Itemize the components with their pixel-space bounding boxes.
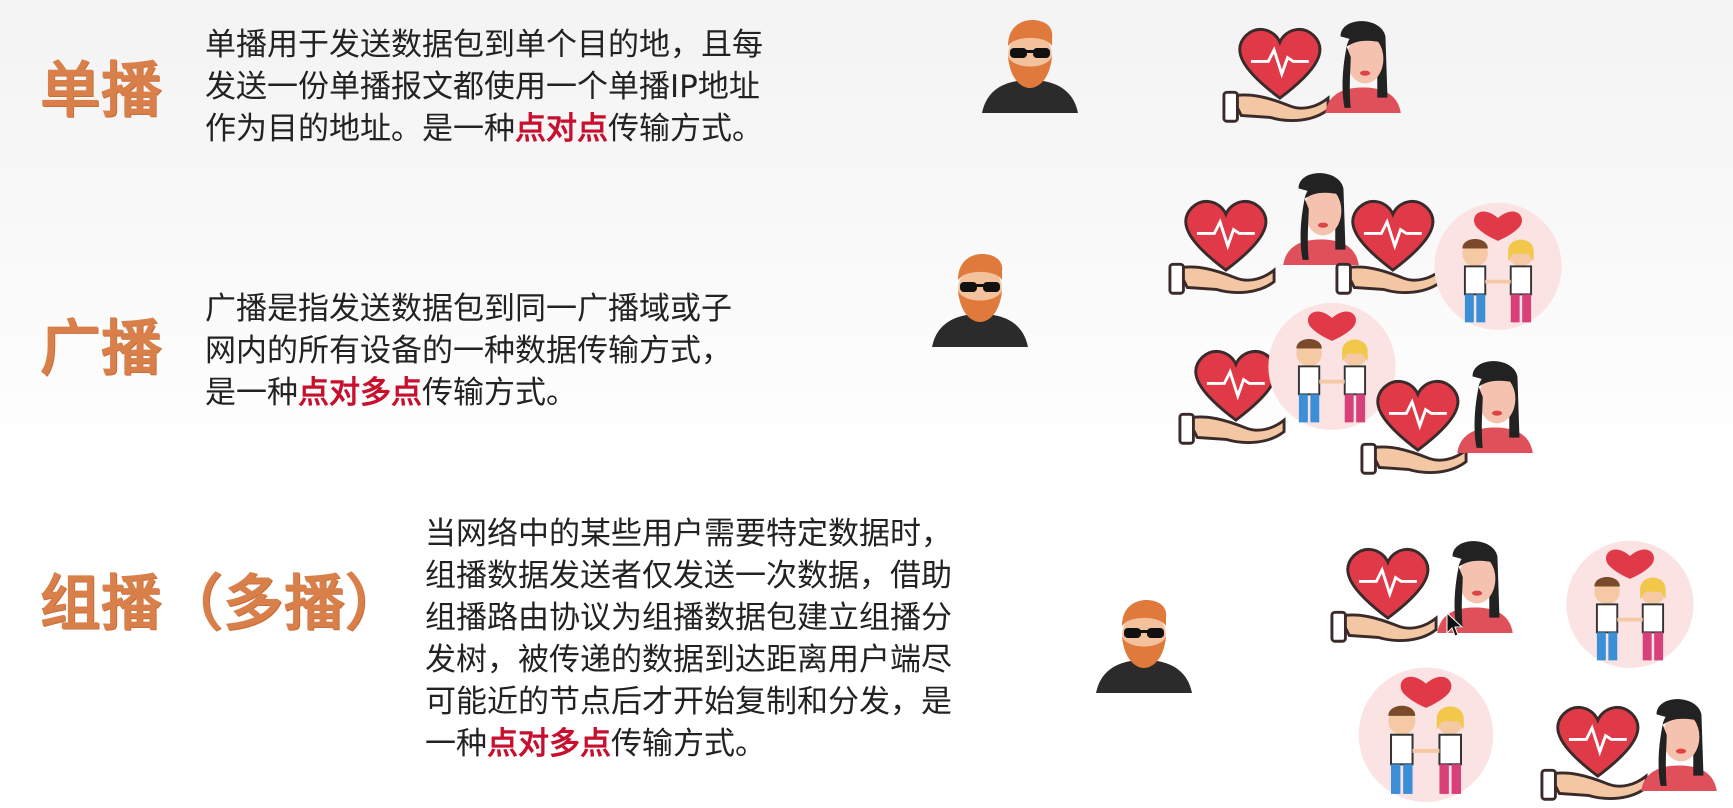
broadcast-sender-icon (932, 254, 1028, 347)
multicast-description: 当网络中的某些用户需要特定数据时， 组播数据发送者仅发送一次数据，借助 组播路由… (425, 513, 1065, 765)
broadcast-description: 广播是指发送数据包到同一广播域或子 网内的所有设备的一种数据传输方式， 是一种点… (205, 288, 905, 414)
multicast-title: 组播（多播） (40, 569, 406, 639)
unicast-line-2: 发送一份单播报文都使用一个单播IP地址 (205, 69, 760, 105)
multicast-couple-icon-1 (1564, 538, 1696, 668)
broadcast-tail: 传输方式。 (422, 375, 577, 411)
broadcast-woman-icon-2 (1457, 361, 1533, 453)
mouse-cursor-icon (1446, 612, 1464, 637)
multicast-woman-icon-2 (1641, 699, 1717, 791)
multicast-line-6-text: 一种 (425, 726, 487, 762)
broadcast-couple-icon-1 (1432, 200, 1564, 330)
multicast-line-6: 一种点对多点传输方式。 (425, 723, 1065, 765)
unicast-heart-hand-icon (1222, 27, 1330, 123)
broadcast-heart-hand-icon-2 (1335, 199, 1443, 295)
unicast-sender-icon (982, 20, 1078, 113)
broadcast-line-1: 广播是指发送数据包到同一广播域或子 (205, 291, 732, 327)
unicast-description: 单播用于发送数据包到单个目的地，且每 发送一份单播报文都使用一个单播IP地址 作… (205, 24, 905, 150)
unicast-highlight: 点对点 (515, 111, 608, 147)
multicast-line-5: 可能近的节点后才开始复制和分发，是 (425, 684, 952, 720)
broadcast-line-2: 网内的所有设备的一种数据传输方式， (205, 333, 732, 369)
unicast-line-3-text: 作为目的地址。是一种 (205, 111, 515, 147)
multicast-heart-hand-icon-1 (1330, 547, 1438, 643)
multicast-highlight: 点对多点 (487, 726, 611, 762)
unicast-tail: 传输方式。 (608, 111, 763, 147)
multicast-tail: 传输方式。 (611, 726, 766, 762)
multicast-heart-hand-icon-2 (1540, 705, 1648, 801)
multicast-line-4: 发树，被传递的数据到达距离用户端尽 (425, 642, 952, 678)
multicast-sender-icon (1096, 600, 1192, 693)
broadcast-line-3-text: 是一种 (205, 375, 298, 411)
unicast-woman-icon (1325, 21, 1401, 113)
multicast-couple-icon-2 (1356, 654, 1496, 802)
multicast-line-1: 当网络中的某些用户需要特定数据时， (425, 516, 952, 552)
unicast-line-3: 作为目的地址。是一种点对点传输方式。 (205, 108, 905, 150)
multicast-line-3: 组播路由协议为组播数据包建立组播分 (425, 600, 952, 636)
broadcast-heart-hand-icon-1 (1168, 199, 1276, 295)
broadcast-highlight: 点对多点 (298, 375, 422, 411)
multicast-line-2: 组播数据发送者仅发送一次数据，借助 (425, 558, 952, 594)
broadcast-title: 广播 (40, 314, 162, 384)
broadcast-line-3: 是一种点对多点传输方式。 (205, 372, 905, 414)
unicast-line-1: 单播用于发送数据包到单个目的地，且每 (205, 27, 763, 63)
unicast-title: 单播 (40, 56, 162, 126)
